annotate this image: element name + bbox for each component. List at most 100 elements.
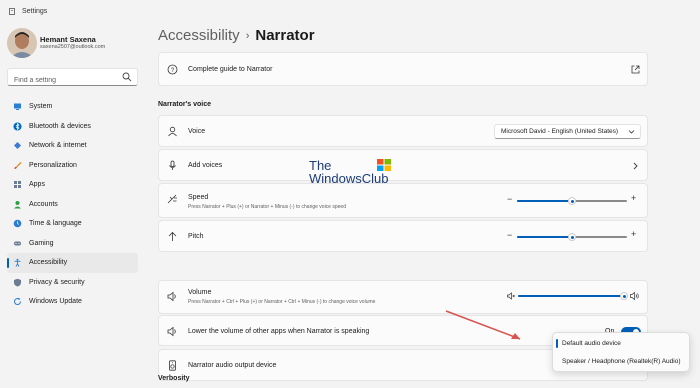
speed-card: Speed Press Narrator + Plus (+) or Narra… (158, 183, 648, 218)
bluetooth-icon (13, 122, 22, 131)
watermark-logo: The WindowsClub (309, 158, 399, 190)
time-language-icon (13, 219, 22, 228)
system-icon (14, 103, 21, 111)
speed-slider[interactable] (517, 196, 627, 206)
avatar[interactable] (7, 28, 37, 58)
speed-description: Press Narrator + Plus (+) or Narrator + … (188, 204, 346, 210)
user-email: saxena2507@outlook.com (40, 44, 106, 50)
avatar-photo-icon (7, 28, 37, 58)
volume-label: Volume (188, 289, 212, 296)
page-title: Narrator (255, 27, 315, 44)
gaming-icon (14, 241, 21, 246)
brush-icon (14, 161, 22, 169)
plus-icon[interactable]: + (631, 193, 636, 203)
speed-icon (167, 194, 177, 204)
windows-flag-icon (377, 159, 391, 171)
sidebar-item-label: Windows Update (29, 298, 82, 306)
title-bar: Settings (0, 0, 700, 24)
sidebar-item-accessibility[interactable]: Accessibility (7, 253, 138, 273)
sidebar: Hemant Saxena saxena2507@outlook.com Sys… (0, 24, 148, 388)
window-title: Settings (22, 8, 48, 15)
minus-icon[interactable]: − (507, 194, 512, 204)
voice-label: Voice (188, 128, 206, 135)
annotation-arrow (445, 310, 521, 340)
search-input[interactable] (8, 72, 118, 89)
sidebar-item-time-language[interactable]: Time & language (7, 214, 138, 234)
sidebar-item-system[interactable]: System (7, 97, 138, 117)
sidebar-item-privacy-security[interactable]: Privacy & security (7, 273, 138, 293)
speed-label: Speed (188, 194, 209, 201)
breadcrumb-separator: › (245, 30, 250, 42)
shield-icon (14, 278, 21, 287)
volume-high-icon[interactable] (630, 291, 640, 301)
svg-text:?: ? (171, 68, 175, 74)
network-icon (14, 142, 21, 150)
accounts-icon (14, 200, 21, 209)
pitch-card: Pitch − + (158, 220, 648, 252)
pitch-slider[interactable] (517, 232, 627, 242)
breadcrumb-parent[interactable]: Accessibility (158, 27, 240, 44)
microphone-icon (169, 160, 176, 170)
minus-icon[interactable]: − (507, 230, 512, 240)
breadcrumb: Accessibility › Narrator (158, 27, 315, 44)
audio-device-dropdown: Default audio device Speaker / Headphone… (552, 332, 690, 372)
user-name: Hemant Saxena (40, 35, 96, 44)
open-external-icon[interactable] (631, 65, 640, 74)
slider-thumb[interactable] (620, 292, 628, 300)
slider-thumb[interactable] (568, 197, 576, 205)
sidebar-item-bluetooth-devices[interactable]: Bluetooth & devices (7, 117, 138, 137)
arrow-up-icon (168, 231, 177, 241)
volume-slider[interactable] (518, 291, 628, 301)
watermark-line-2: WindowsClub (309, 171, 389, 186)
add-voices-card[interactable]: Add voices (158, 149, 648, 181)
sidebar-item-label: Network & internet (29, 142, 87, 150)
sidebar-item-label: System (29, 103, 53, 111)
sidebar-item-accounts[interactable]: Accounts (7, 195, 138, 215)
voice-select-value: Microsoft David - English (United States… (501, 128, 619, 135)
speaker-icon (167, 326, 176, 337)
sidebar-item-label: Accessibility (29, 259, 68, 267)
help-icon: ? (167, 64, 178, 75)
guide-label: Complete guide to Narrator (188, 66, 273, 73)
speaker-device-icon (169, 360, 176, 371)
pitch-label: Pitch (188, 233, 204, 240)
sidebar-item-label: Time & language (29, 220, 82, 228)
volume-description: Press Narrator + Ctrl + Plus (+) or Narr… (188, 299, 376, 305)
guide-card[interactable]: ? Complete guide to Narrator (158, 52, 648, 86)
apps-icon (14, 181, 21, 189)
windows-update-icon (14, 298, 21, 306)
audio-output-label: Narrator audio output device (188, 362, 277, 369)
dropdown-option-default[interactable]: Default audio device (553, 335, 689, 353)
voice-card: Voice Microsoft David - English (United … (158, 115, 648, 147)
settings-app-icon (9, 8, 15, 15)
section-title-voice: Narrator's voice (158, 101, 212, 108)
voice-select[interactable]: Microsoft David - English (United States… (494, 124, 641, 139)
sidebar-item-label: Personalization (29, 161, 77, 169)
sidebar-item-apps[interactable]: Apps (7, 175, 138, 195)
sidebar-item-network-internet[interactable]: Network & internet (7, 136, 138, 156)
add-voices-label: Add voices (188, 162, 223, 169)
sidebar-item-label: Accounts (29, 200, 58, 208)
section-title-verbosity: Verbosity (158, 375, 190, 382)
sidebar-nav: System Bluetooth & devices Network & inter… (0, 97, 148, 312)
plus-icon[interactable]: + (631, 229, 636, 239)
accessibility-icon (14, 259, 21, 267)
lower-volume-label: Lower the volume of other apps when Narr… (188, 328, 370, 335)
sidebar-item-gaming[interactable]: Gaming (7, 234, 138, 254)
chevron-right-icon (633, 162, 638, 170)
sidebar-item-label: Apps (29, 181, 45, 189)
search-box[interactable] (7, 68, 138, 89)
sidebar-item-label: Bluetooth & devices (29, 122, 91, 130)
slider-thumb[interactable] (568, 233, 576, 241)
search-icon[interactable] (122, 72, 132, 82)
sidebar-item-label: Gaming (29, 239, 54, 247)
person-icon (168, 126, 177, 137)
volume-card: Volume Press Narrator + Ctrl + Plus (+) … (158, 280, 648, 314)
chevron-down-icon (628, 130, 635, 134)
speaker-icon (167, 291, 176, 302)
sidebar-item-label: Privacy & security (29, 278, 85, 286)
volume-low-icon[interactable] (507, 292, 515, 300)
sidebar-item-windows-update[interactable]: Windows Update (7, 292, 138, 312)
dropdown-option-speaker[interactable]: Speaker / Headphone (Realtek(R) Audio) (553, 353, 689, 371)
sidebar-item-personalization[interactable]: Personalization (7, 156, 138, 176)
